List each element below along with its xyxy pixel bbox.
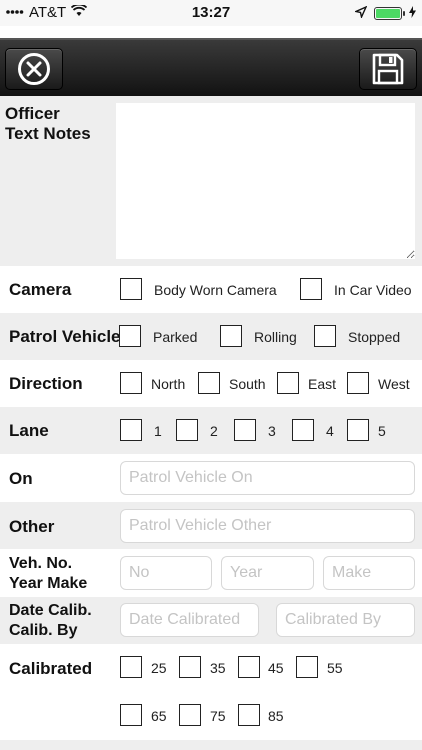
checkbox-label: 85 <box>268 708 284 724</box>
checkbox-label: 25 <box>151 660 167 676</box>
checkbox-lane-2[interactable] <box>176 419 198 441</box>
checkbox-calibrated-25[interactable] <box>120 656 142 678</box>
checkbox-calibrated-35[interactable] <box>179 656 201 678</box>
checkbox-calibrated-45[interactable] <box>238 656 260 678</box>
checkbox-lane-4[interactable] <box>292 419 314 441</box>
vehicle-label: Veh. No. Year Make <box>9 555 88 592</box>
floppy-disk-icon <box>372 53 404 85</box>
calibrated-row: Calibrated 25 35 45 55 65 75 85 <box>0 644 422 740</box>
checkbox-label: Rolling <box>254 329 297 345</box>
checkbox-lane-3[interactable] <box>234 419 256 441</box>
vehicle-year-input[interactable] <box>221 556 314 590</box>
checkbox-label: 35 <box>210 660 226 676</box>
notes-section: Officer Text Notes <box>0 96 422 266</box>
checkbox-label: West <box>378 376 410 392</box>
camera-row: Camera Body Worn Camera In Car Video <box>0 266 422 313</box>
charging-bolt-icon <box>409 5 416 22</box>
checkbox-label: 65 <box>151 708 167 724</box>
on-row: On <box>0 454 422 502</box>
calibration-label: Date Calib. Calib. By <box>9 602 92 639</box>
checkbox-in-car-video[interactable] <box>300 278 322 300</box>
other-label: Other <box>9 517 55 536</box>
checkbox-label: South <box>229 376 266 392</box>
lane-label: Lane <box>9 421 49 440</box>
checkbox-label: Parked <box>153 329 198 345</box>
patrol-vehicle-other-input[interactable] <box>120 509 415 543</box>
checkbox-east[interactable] <box>277 372 299 394</box>
checkbox-lane-1[interactable] <box>120 419 142 441</box>
checkbox-label: 3 <box>268 423 276 439</box>
camera-label: Camera <box>9 280 72 299</box>
checkbox-label: North <box>151 376 186 392</box>
direction-row: Direction North South East West <box>0 360 422 407</box>
status-bar: AT&T 13:27 <box>0 0 422 26</box>
checkbox-parked[interactable] <box>119 325 141 347</box>
calibrated-by-input[interactable] <box>276 603 415 637</box>
status-right <box>353 5 416 22</box>
patrol-vehicle-label: Patrol Vehicle <box>9 327 121 346</box>
checkbox-north[interactable] <box>120 372 142 394</box>
close-circle-icon <box>18 53 50 85</box>
lane-row: Lane 1 2 3 4 5 <box>0 407 422 454</box>
battery-icon <box>374 7 405 20</box>
location-arrow-icon <box>353 5 368 22</box>
checkbox-stopped[interactable] <box>314 325 336 347</box>
checkbox-label: 4 <box>326 423 334 439</box>
calibration-row: Date Calib. Calib. By <box>0 597 422 644</box>
vehicle-row: Veh. No. Year Make <box>0 549 422 597</box>
checkbox-south[interactable] <box>198 372 220 394</box>
checkbox-label: In Car Video <box>334 282 412 298</box>
toolbar <box>0 38 422 96</box>
save-button[interactable] <box>359 48 417 90</box>
notes-label: Officer Text Notes <box>5 104 91 143</box>
patrol-vehicle-on-input[interactable] <box>120 461 415 495</box>
checkbox-label: 1 <box>154 423 162 439</box>
close-button[interactable] <box>5 48 63 90</box>
checkbox-label: 75 <box>210 708 226 724</box>
checkbox-calibrated-55[interactable] <box>296 656 318 678</box>
checkbox-label: 2 <box>210 423 218 439</box>
vehicle-make-input[interactable] <box>323 556 415 590</box>
checkbox-west[interactable] <box>347 372 369 394</box>
checkbox-calibrated-85[interactable] <box>238 704 260 726</box>
notes-textarea[interactable] <box>116 103 415 259</box>
date-calibrated-input[interactable] <box>120 603 259 637</box>
checkbox-label: Body Worn Camera <box>154 282 277 298</box>
checkbox-calibrated-75[interactable] <box>179 704 201 726</box>
checkbox-lane-5[interactable] <box>347 419 369 441</box>
checkbox-label: 5 <box>378 423 386 439</box>
next-row-edge <box>0 740 422 750</box>
patrol-vehicle-row: Patrol Vehicle Parked Rolling Stopped <box>0 313 422 360</box>
checkbox-label: Stopped <box>348 329 401 345</box>
on-label: On <box>9 469 33 488</box>
other-row: Other <box>0 502 422 549</box>
checkbox-rolling[interactable] <box>220 325 242 347</box>
checkbox-label: 55 <box>327 660 343 676</box>
checkbox-body-worn-camera[interactable] <box>120 278 142 300</box>
checkbox-label: East <box>308 376 337 392</box>
vehicle-number-input[interactable] <box>120 556 212 590</box>
checkbox-label: 45 <box>268 660 284 676</box>
checkbox-calibrated-65[interactable] <box>120 704 142 726</box>
direction-label: Direction <box>9 374 83 393</box>
calibrated-label: Calibrated <box>9 659 93 678</box>
